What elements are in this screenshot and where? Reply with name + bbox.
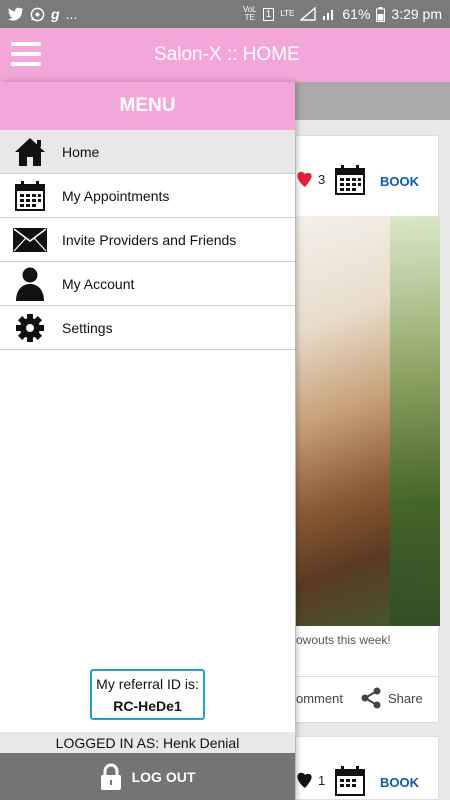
more-notifications: ...: [65, 6, 78, 22]
carrier-icon: g: [51, 6, 60, 22]
book-button[interactable]: BOOK: [380, 174, 419, 189]
navigation-drawer: MENU Home My Appointments Invite Provide…: [0, 82, 295, 800]
menu-item-label: Home: [62, 143, 100, 160]
menu-item-label: My Account: [62, 275, 135, 292]
calendar-icon[interactable]: [334, 765, 366, 797]
referral-code: RC-HeDe1: [113, 698, 182, 714]
menu-item-settings[interactable]: Settings: [0, 306, 295, 350]
signal-bars-icon: [323, 10, 334, 20]
post-card: 1 BOOK: [295, 736, 439, 800]
lte-badge: LTE: [280, 9, 295, 18]
logout-label: LOG OUT: [131, 768, 196, 785]
menu-item-my-account[interactable]: My Account: [0, 262, 295, 306]
home-icon: [8, 134, 52, 170]
twitter-icon: [8, 7, 23, 21]
envelope-icon: [8, 222, 52, 258]
menu-item-label: My Appointments: [62, 187, 170, 204]
user-icon: [8, 266, 52, 302]
post-photo[interactable]: [296, 216, 440, 626]
menu-item-home[interactable]: Home: [0, 130, 295, 174]
share-icon: [361, 687, 381, 709]
likes-count: 1: [318, 773, 326, 788]
gear-icon: [8, 310, 52, 346]
calendar-icon[interactable]: [334, 164, 366, 196]
likes-count: 3: [318, 172, 326, 187]
post-card: 3 BOOK owouts this week! omment Share: [295, 135, 440, 723]
menu-item-invite[interactable]: Invite Providers and Friends: [0, 218, 295, 262]
post-caption: owouts this week!: [296, 633, 391, 647]
clock: 3:29 pm: [391, 6, 442, 22]
share-button[interactable]: Share: [360, 687, 423, 709]
volte-badge: VoLTE: [242, 5, 257, 22]
referral-label: My referral ID is:: [96, 676, 199, 692]
menu-item-my-appointments[interactable]: My Appointments: [0, 174, 295, 218]
whatsapp-icon: [30, 7, 45, 21]
sub-header-bar: [295, 82, 450, 120]
comment-button[interactable]: omment: [296, 691, 343, 706]
battery-percent: 61%: [342, 6, 371, 22]
status-bar: g ... VoLTE 1 LTE 61% 3:29 pm: [0, 0, 450, 28]
lock-icon: [100, 763, 121, 790]
menu-header: MENU: [0, 82, 295, 130]
signal-icon: [300, 7, 317, 21]
battery-icon: [376, 6, 386, 22]
calendar-icon: [8, 178, 52, 214]
app-title: Salon-X :: HOME: [154, 44, 300, 65]
heart-icon[interactable]: [296, 169, 314, 189]
logout-button[interactable]: LOG OUT: [0, 753, 295, 800]
heart-icon[interactable]: [296, 770, 314, 790]
book-button[interactable]: BOOK: [380, 775, 419, 790]
share-label: Share: [388, 690, 423, 706]
post-actions: omment Share: [296, 676, 440, 716]
app-bar: Salon-X :: HOME: [0, 28, 450, 82]
data-badge: 1: [262, 7, 275, 21]
hamburger-menu-icon[interactable]: [11, 42, 41, 66]
menu-item-label: Invite Providers and Friends: [62, 231, 237, 248]
menu-item-label: Settings: [62, 319, 113, 336]
logged-in-text: LOGGED IN AS: Henk Denial: [0, 732, 295, 754]
referral-box: My referral ID is: RC-HeDe1: [90, 669, 205, 720]
